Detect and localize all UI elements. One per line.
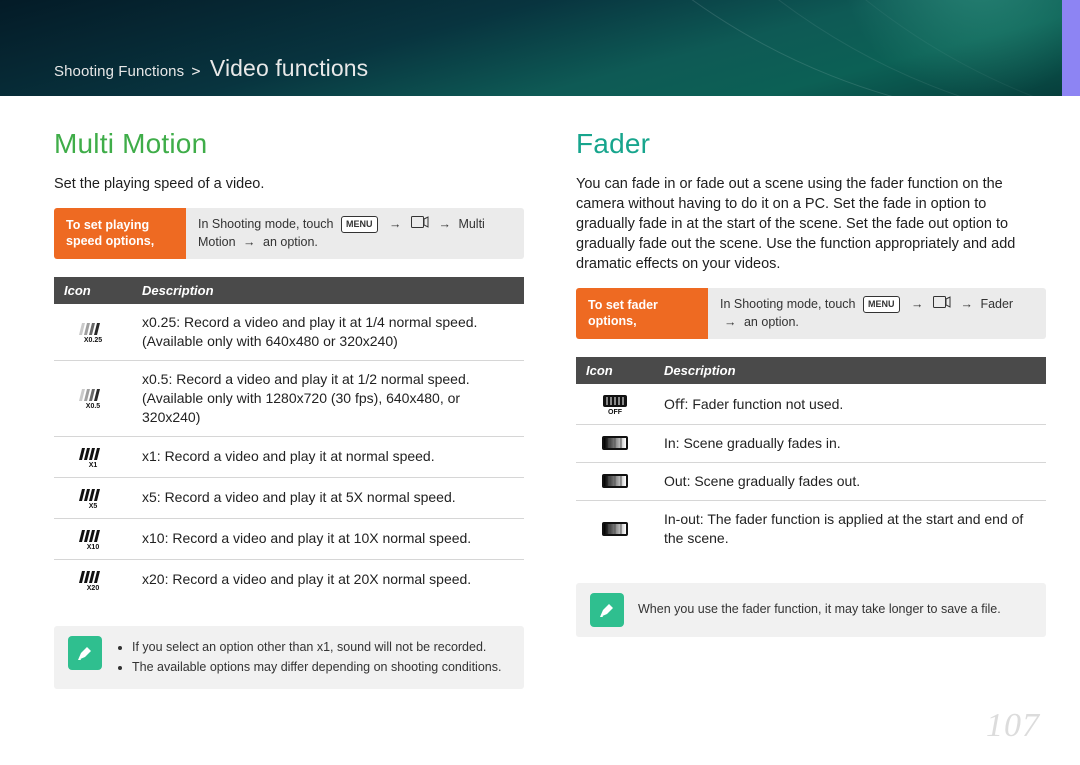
svg-text:X10: X10: [87, 544, 100, 550]
table-row: X0.25 x0.25: Record a video and play it a…: [54, 304, 524, 360]
heading-multi-motion: Multi Motion: [54, 128, 524, 160]
page-number: 107: [986, 707, 1040, 745]
instr-label: To set playing speed options,: [54, 208, 186, 259]
pen-icon: [590, 593, 624, 627]
video-mode-icon: [411, 216, 429, 234]
table-fader: Icon Description OFF Oﬀ: Fader function n…: [576, 357, 1046, 557]
note-fader: When you use the fader function, it may …: [576, 583, 1046, 637]
note-item: If you select an option other than x1, s…: [132, 638, 501, 657]
note-item: The available options may differ dependi…: [132, 658, 501, 677]
desc-cell: In: Scene gradually fades in.: [654, 425, 1046, 463]
speed-icon: X5: [54, 477, 132, 518]
instr-prefix: In Shooting mode, touch: [720, 297, 856, 311]
instr-end: an option.: [263, 235, 318, 249]
speed-icon: X0.25: [54, 304, 132, 360]
table-row: X0.5 x0.5: Record a video and play it at …: [54, 360, 524, 436]
fader-inout-icon: [576, 500, 654, 556]
header-banner: Shooting Functions > Video functions: [0, 0, 1080, 96]
table-row: X20 x20: Record a video and play it at 20…: [54, 559, 524, 600]
th-description: Description: [132, 277, 524, 304]
desc-cell: x0.5: Record a video and play it at 1/2 …: [132, 360, 524, 436]
table-row: X5 x5: Record a video and play it at 5X n…: [54, 477, 524, 518]
arrow-icon: →: [243, 235, 256, 249]
instr-steps: In Shooting mode, touch MENU → → Fader →…: [708, 288, 1046, 339]
instr-bar-multi-motion: To set playing speed options, In Shootin…: [54, 208, 524, 259]
instr-item: Fader: [980, 297, 1013, 311]
speed-icon: X10: [54, 518, 132, 559]
desc-cell: x1: Record a video and play it at normal…: [132, 436, 524, 477]
desc-cell: In-out: The fader function is applied at…: [654, 500, 1046, 556]
col-fader: Fader You can fade in or fade out a scen…: [576, 114, 1046, 689]
intro-multi-motion: Set the playing speed of a video.: [54, 174, 524, 194]
svg-text:X5: X5: [89, 503, 98, 509]
table-row: X1 x1: Record a video and play it at norm…: [54, 436, 524, 477]
table-row: OFF Oﬀ: Fader function not used.: [576, 384, 1046, 425]
instr-label: To set fader options,: [576, 288, 708, 339]
speed-icon: X0.5: [54, 360, 132, 436]
th-description: Description: [654, 357, 1046, 384]
desc-cell: x10: Record a video and play it at 10X n…: [132, 518, 524, 559]
instr-bar-fader: To set fader options, In Shooting mode, …: [576, 288, 1046, 339]
video-mode-icon: [933, 296, 951, 314]
arrow-icon: →: [438, 217, 451, 231]
pen-icon: [68, 636, 102, 670]
svg-text:OFF: OFF: [608, 409, 623, 415]
note-multi-motion: If you select an option other than x1, s…: [54, 626, 524, 690]
heading-fader: Fader: [576, 128, 1046, 160]
fader-out-icon: [576, 462, 654, 500]
arrow-icon: →: [724, 315, 737, 329]
svg-text:X0.5: X0.5: [86, 403, 101, 409]
col-multi-motion: Multi Motion Set the playing speed of a …: [54, 114, 524, 689]
desc-cell: x0.25: Record a video and play it at 1/4…: [132, 304, 524, 360]
breadcrumb-title: Video functions: [210, 55, 368, 81]
arrow-icon: →: [960, 297, 973, 311]
breadcrumb-caret: >: [192, 62, 201, 80]
speed-icon: X1: [54, 436, 132, 477]
menu-icon: MENU: [341, 216, 378, 233]
intro-fader: You can fade in or fade out a scene usin…: [576, 174, 1046, 274]
table-row: X10 x10: Record a video and play it at 10…: [54, 518, 524, 559]
instr-end: an option.: [744, 315, 799, 329]
arrow-icon: →: [911, 297, 924, 311]
table-row: Out: Scene gradually fades out.: [576, 462, 1046, 500]
arrow-icon: →: [389, 217, 402, 231]
menu-icon: MENU: [863, 296, 900, 313]
instr-prefix: In Shooting mode, touch: [198, 217, 334, 231]
fader-in-icon: [576, 425, 654, 463]
th-icon: Icon: [54, 277, 132, 304]
svg-text:X20: X20: [87, 585, 100, 591]
desc-cell: Out: Scene gradually fades out.: [654, 462, 1046, 500]
section-tab: [1062, 0, 1080, 96]
svg-text:X1: X1: [89, 462, 98, 468]
th-icon: Icon: [576, 357, 654, 384]
desc-cell: x5: Record a video and play it at 5X nor…: [132, 477, 524, 518]
desc-cell: Oﬀ: Fader function not used.: [654, 384, 1046, 425]
breadcrumb: Shooting Functions > Video functions: [54, 55, 368, 82]
note-text: When you use the fader function, it may …: [638, 593, 1001, 627]
table-multi-motion: Icon Description X0.25 x0.25: Record a vi…: [54, 277, 524, 599]
breadcrumb-parent: Shooting Functions: [54, 63, 184, 80]
svg-text:X0.25: X0.25: [84, 337, 102, 343]
instr-steps: In Shooting mode, touch MENU → → Multi M…: [186, 208, 524, 259]
desc-cell: x20: Record a video and play it at 20X n…: [132, 559, 524, 600]
fader-off-icon: OFF: [576, 384, 654, 425]
table-row: In: Scene gradually fades in.: [576, 425, 1046, 463]
table-row: In-out: The fader function is applied at…: [576, 500, 1046, 556]
speed-icon: X20: [54, 559, 132, 600]
